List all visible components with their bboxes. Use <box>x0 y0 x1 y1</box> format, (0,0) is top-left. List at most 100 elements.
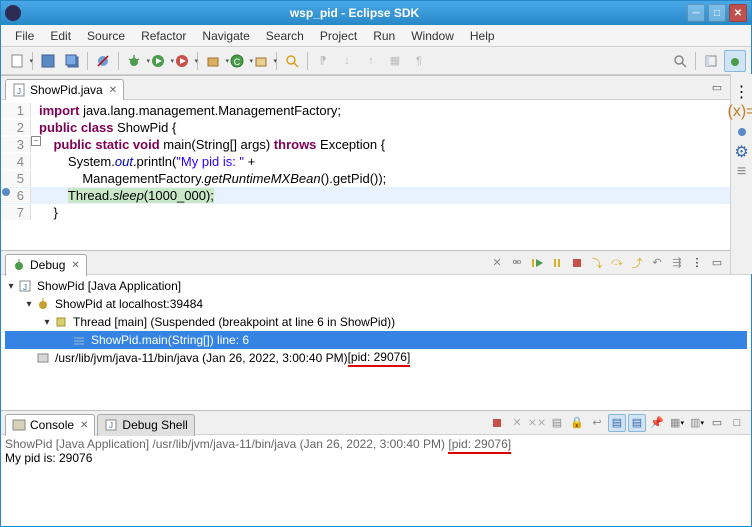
tree-node-label: ShowPid [Java Application] <box>37 279 181 293</box>
code-line[interactable]: Thread.sleep(1000_000); <box>31 188 214 203</box>
new-button[interactable]: ▾ <box>6 50 28 72</box>
console-pid: [pid: 29076] <box>448 437 511 454</box>
menu-project[interactable]: Project <box>312 26 365 46</box>
code-line[interactable]: System.out.println("My pid is: " + <box>31 154 255 169</box>
tree-node-label: ShowPid.main(String[]) line: 6 <box>91 333 249 347</box>
tree-node-icon <box>53 315 69 329</box>
terminate-console-button[interactable] <box>488 414 506 432</box>
menu-window[interactable]: Window <box>403 26 462 46</box>
code-line[interactable]: ManagementFactory.getRuntimeMXBean().get… <box>31 171 386 186</box>
new-package-button[interactable]: ▾ <box>202 50 224 72</box>
new-class-button[interactable]: C▾ <box>226 50 248 72</box>
debug-tree[interactable]: ▾JShowPid [Java Application]▾ShowPid at … <box>1 275 751 410</box>
console-tab-title: Console <box>30 418 74 432</box>
scroll-lock-button[interactable]: 🔒 <box>568 414 586 432</box>
word-wrap-button[interactable]: ↩ <box>588 414 606 432</box>
expressions-icon[interactable]: ⚙ <box>734 144 750 160</box>
menu-run[interactable]: Run <box>365 26 403 46</box>
code-line[interactable]: } <box>31 205 58 220</box>
resume-button[interactable] <box>528 254 546 272</box>
remove-all-button[interactable]: ⨯⨯ <box>528 414 546 432</box>
run-button[interactable]: ▾ <box>147 50 169 72</box>
close-button[interactable]: ✕ <box>729 4 747 22</box>
debug-perspective-button[interactable] <box>724 50 746 72</box>
code-editor[interactable]: − 1import java.lang.management.Managemen… <box>1 100 751 250</box>
code-line[interactable]: public static void main(String[] args) t… <box>31 137 385 152</box>
minimize-pane-icon[interactable]: ▭ <box>709 255 725 271</box>
suspend-button[interactable] <box>548 254 566 272</box>
coverage-button[interactable]: ▾ <box>171 50 193 72</box>
close-tab-icon[interactable]: ✕ <box>109 85 117 96</box>
debug-button[interactable]: ▾ <box>123 50 145 72</box>
display-console-button[interactable]: ▦▾ <box>668 414 686 432</box>
code-line[interactable]: import java.lang.management.ManagementFa… <box>31 103 341 118</box>
show-console-stdout-button[interactable]: ▤ <box>608 414 626 432</box>
save-button[interactable] <box>37 50 59 72</box>
open-console-button[interactable]: ▥▾ <box>688 414 706 432</box>
close-tab-icon[interactable]: ✕ <box>71 260 79 271</box>
minimize-pane-icon[interactable]: ▭ <box>709 80 725 96</box>
menu-search[interactable]: Search <box>258 26 312 46</box>
maximize-pane-icon[interactable]: □ <box>729 415 745 431</box>
svg-text:J: J <box>109 421 113 430</box>
fold-toggle-icon[interactable]: − <box>31 136 41 146</box>
tree-node-icon <box>35 351 51 365</box>
menu-edit[interactable]: Edit <box>42 26 79 46</box>
menu-source[interactable]: Source <box>79 26 133 46</box>
debug-shell-tab[interactable]: J Debug Shell <box>97 414 194 436</box>
maximize-button[interactable]: □ <box>708 4 726 22</box>
open-type-button[interactable]: ▾ <box>250 50 272 72</box>
minimize-pane-icon[interactable]: ▭ <box>709 415 725 431</box>
debug-tree-row[interactable]: ▾JShowPid [Java Application] <box>5 277 747 295</box>
open-perspective-button[interactable] <box>700 50 722 72</box>
drop-to-frame-button[interactable]: ↶ <box>648 254 666 272</box>
menu-navigate[interactable]: Navigate <box>194 26 257 46</box>
show-console-stderr-button[interactable]: ▤ <box>628 414 646 432</box>
step-into-button[interactable]: ⤵ <box>588 254 606 272</box>
console-tab[interactable]: Console ✕ <box>5 414 95 436</box>
step-over-button[interactable]: ⤼ <box>608 254 626 272</box>
next-annotation-button[interactable]: ↓ <box>336 50 358 72</box>
view-menu-icon[interactable]: ⋮ <box>688 254 706 272</box>
close-tab-icon[interactable]: ✕ <box>80 420 88 431</box>
breakpoint-marker-icon[interactable] <box>1 187 11 197</box>
debug-tree-row[interactable]: ShowPid.main(String[]) line: 6 <box>5 331 747 349</box>
use-step-filters-button[interactable]: ⇶ <box>668 254 686 272</box>
terminate-button[interactable] <box>568 254 586 272</box>
menu-refactor[interactable]: Refactor <box>133 26 194 46</box>
console-output[interactable]: ShowPid [Java Application] /usr/lib/jvm/… <box>1 435 751 526</box>
pin-console-button[interactable]: 📌 <box>648 414 666 432</box>
search-button[interactable] <box>281 50 303 72</box>
show-whitespace-button[interactable]: ¶ <box>408 50 430 72</box>
save-all-button[interactable] <box>61 50 83 72</box>
window-titlebar: wsp_pid - Eclipse SDK ─ □ ✕ <box>1 1 751 25</box>
quick-access-button[interactable] <box>669 50 691 72</box>
svg-text:C: C <box>234 57 241 67</box>
debug-tree-row[interactable]: ▾ShowPid at localhost:39484 <box>5 295 747 313</box>
menu-icon[interactable]: ⋮ <box>734 84 750 100</box>
line-number: 1 <box>1 103 31 118</box>
console-icon <box>12 418 26 432</box>
debug-tree-row[interactable]: ▾Thread [main] (Suspended (breakpoint at… <box>5 313 747 331</box>
block-select-button[interactable]: ▦ <box>384 50 406 72</box>
prev-annotation-button[interactable]: ↑ <box>360 50 382 72</box>
debug-tab[interactable]: Debug ✕ <box>5 254 87 276</box>
outline-icon[interactable]: ≡ <box>734 164 750 180</box>
tree-node-label: /usr/lib/jvm/java-11/bin/java (Jan 26, 2… <box>55 351 348 365</box>
code-line[interactable]: public class ShowPid { <box>31 120 176 135</box>
step-return-button[interactable]: ⤴ <box>628 254 646 272</box>
variables-icon[interactable]: (x)= <box>734 104 750 120</box>
toggle-mark-button[interactable]: ⁋ <box>312 50 334 72</box>
debug-tree-row[interactable]: /usr/lib/jvm/java-11/bin/java (Jan 26, 2… <box>5 349 747 367</box>
menu-file[interactable]: File <box>7 26 42 46</box>
disconnect-button[interactable]: ⚮ <box>508 254 526 272</box>
remove-terminated-button[interactable]: ✕ <box>488 254 506 272</box>
menu-help[interactable]: Help <box>462 26 503 46</box>
clear-console-button[interactable]: ▤ <box>548 414 566 432</box>
remove-launch-button[interactable]: ✕ <box>508 414 526 432</box>
minimize-button[interactable]: ─ <box>687 4 705 22</box>
editor-tab[interactable]: J ShowPid.java ✕ <box>5 79 124 101</box>
skip-breakpoints-button[interactable] <box>92 50 114 72</box>
breakpoints-icon[interactable] <box>734 124 750 140</box>
line-number: 3 <box>1 137 31 152</box>
